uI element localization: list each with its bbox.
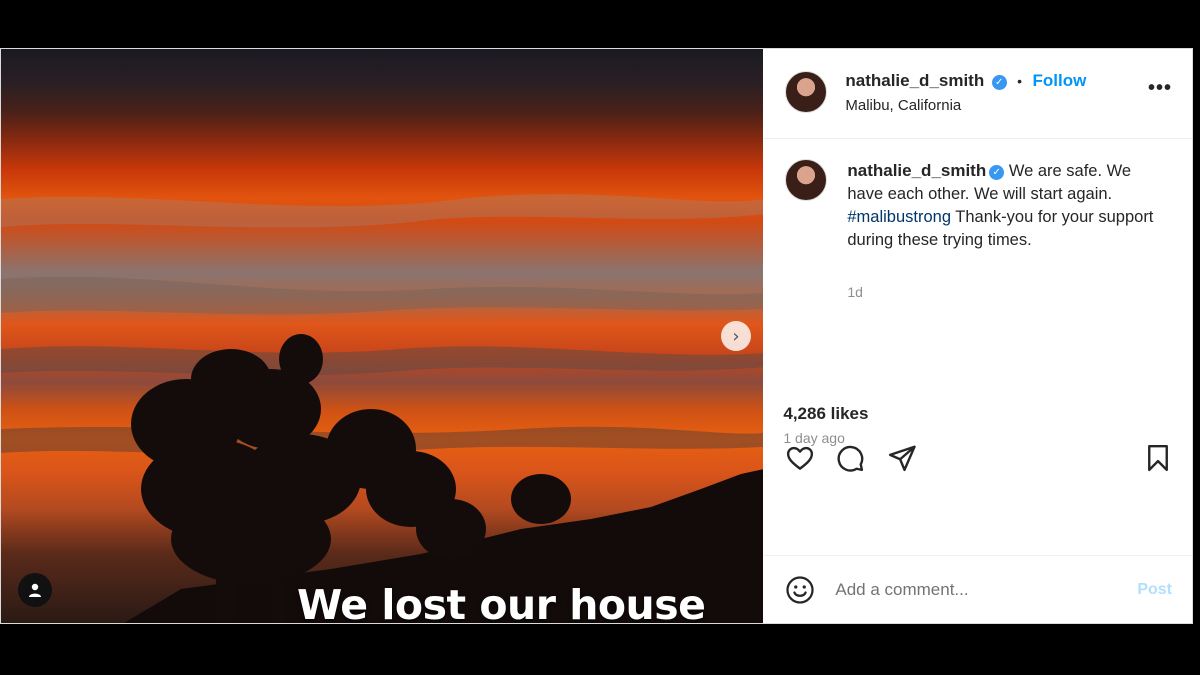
hashtag-link[interactable]: #malibustrong [847, 208, 951, 226]
bookmark-icon[interactable] [1143, 443, 1173, 473]
caption-author-avatar[interactable] [785, 159, 828, 201]
comment-input[interactable] [835, 579, 1106, 600]
post-location[interactable]: Malibu, California [845, 97, 961, 114]
next-media-button[interactable]: › [721, 321, 751, 351]
verified-badge-icon: ✓ [991, 75, 1007, 90]
action-bar [763, 439, 1192, 487]
caption-text: nathalie_d_smith ✓ We are safe. We have e… [847, 159, 1157, 252]
author-line: nathalie_d_smith ✓ • Follow [845, 71, 1086, 91]
emoji-icon[interactable] [785, 575, 815, 605]
share-icon[interactable] [887, 443, 917, 473]
follow-button[interactable]: Follow [1033, 71, 1087, 90]
caption-timestamp: 1d [847, 284, 863, 300]
post-comment-button[interactable]: Post [1137, 581, 1172, 599]
person-icon [29, 583, 41, 597]
comment-icon[interactable] [835, 443, 865, 473]
instagram-post: › We lost our house nathalie_d_smith ✓ •… [0, 48, 1193, 624]
likes-count[interactable]: 4,286 likes [783, 404, 868, 424]
chevron-right-icon: › [732, 325, 740, 347]
post-caption: nathalie_d_smith ✓ We are safe. We have e… [763, 139, 1192, 439]
heart-icon[interactable] [785, 443, 815, 473]
author-avatar[interactable] [785, 71, 828, 113]
tagged-people-button[interactable] [18, 573, 52, 607]
post-header: nathalie_d_smith ✓ • Follow Malibu, Cali… [763, 49, 1192, 139]
comment-bar: Post [763, 555, 1192, 623]
sunset-photo [1, 194, 764, 623]
post-details-pane: nathalie_d_smith ✓ • Follow Malibu, Cali… [763, 49, 1192, 623]
author-username[interactable]: nathalie_d_smith [845, 71, 984, 90]
caption-username[interactable]: nathalie_d_smith [847, 161, 986, 180]
post-date: 1 day ago [783, 430, 845, 446]
more-options-button[interactable]: ••• [1148, 77, 1172, 100]
media-overlay-text: We lost our house [297, 581, 706, 623]
post-media[interactable]: › We lost our house [1, 49, 764, 623]
verified-badge-icon: ✓ [989, 165, 1005, 180]
more-horizontal-icon: ••• [1147, 77, 1172, 99]
separator-dot: • [1017, 73, 1023, 89]
